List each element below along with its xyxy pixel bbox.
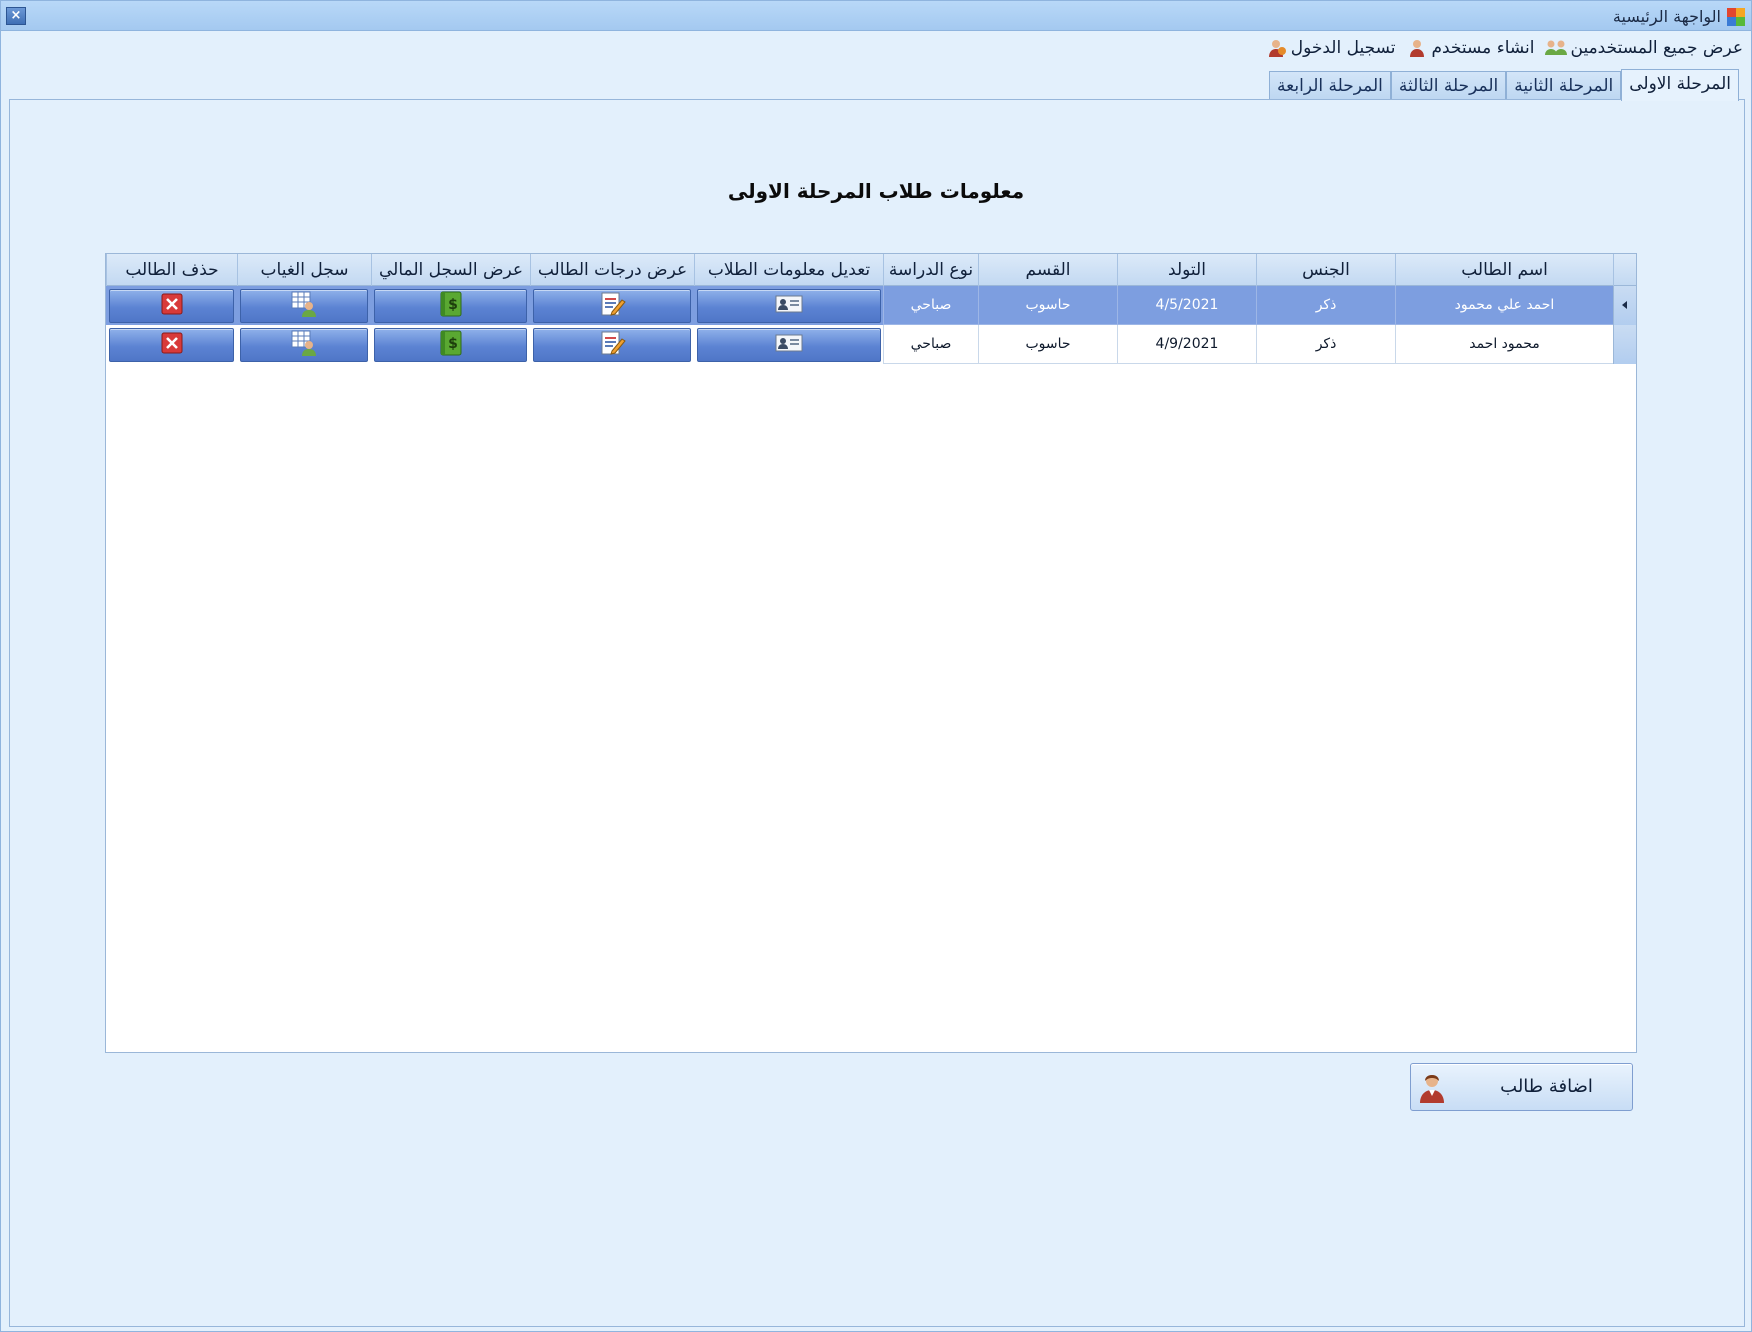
- main-window: × الواجهة الرئيسية تسجيل الدخول انشاء مس…: [0, 0, 1752, 1332]
- svg-text:$: $: [448, 336, 458, 352]
- attendance-button[interactable]: [240, 289, 368, 323]
- col-study-type[interactable]: نوع الدراسة: [883, 254, 978, 286]
- attendance-button[interactable]: [240, 328, 368, 362]
- grades-button[interactable]: [533, 289, 691, 323]
- tab-stage-1[interactable]: المرحلة الاولى: [1621, 69, 1739, 101]
- cell-study-type[interactable]: صباحي: [883, 325, 978, 364]
- menu-create-user[interactable]: انشاء مستخدم: [1407, 38, 1535, 58]
- money-book-icon: $: [438, 290, 464, 322]
- students-grid[interactable]: اسم الطالب الجنس التولد القسم نوع الدراس…: [105, 253, 1637, 1053]
- col-grades[interactable]: عرض درجات الطالب: [530, 254, 694, 286]
- money-book-icon: $: [438, 329, 464, 361]
- table-row[interactable]: احمد علي محمود ذكر 4/5/2021 حاسوب صباحي …: [106, 286, 1636, 325]
- menu-create-user-label: انشاء مستخدم: [1431, 38, 1535, 58]
- tab-stage-2[interactable]: المرحلة الثانية: [1506, 71, 1622, 101]
- col-finance[interactable]: عرض السجل المالي: [371, 254, 530, 286]
- current-row-arrow-icon: [1622, 301, 1627, 309]
- col-gender[interactable]: الجنس: [1256, 254, 1395, 286]
- svg-text:$: $: [448, 297, 458, 313]
- add-student-button[interactable]: اضافة طالب: [1410, 1063, 1633, 1111]
- col-student-name[interactable]: اسم الطالب: [1395, 254, 1613, 286]
- id-card-icon: [775, 294, 803, 318]
- delete-button[interactable]: [109, 289, 234, 323]
- grid-header: اسم الطالب الجنس التولد القسم نوع الدراس…: [106, 254, 1636, 286]
- cell-birth[interactable]: 4/5/2021: [1117, 286, 1256, 325]
- table-row[interactable]: محمود احمد ذكر 4/9/2021 حاسوب صباحي $: [106, 325, 1636, 364]
- cell-dept[interactable]: حاسوب: [978, 286, 1117, 325]
- cell-student-name[interactable]: احمد علي محمود: [1395, 286, 1613, 325]
- row-header-corner: [1613, 254, 1636, 286]
- user-add-icon: [1407, 38, 1427, 58]
- grades-button[interactable]: [533, 328, 691, 362]
- finance-button[interactable]: $: [374, 289, 527, 323]
- col-edit-info[interactable]: تعديل معلومات الطلاب: [694, 254, 883, 286]
- id-card-icon: [775, 333, 803, 357]
- cell-study-type[interactable]: صباحي: [883, 286, 978, 325]
- close-button[interactable]: ×: [6, 7, 26, 25]
- delete-button[interactable]: [109, 328, 234, 362]
- row-selector[interactable]: [1613, 286, 1636, 325]
- app-logo-icon: [1727, 8, 1745, 26]
- cell-dept[interactable]: حاسوب: [978, 325, 1117, 364]
- cell-student-name[interactable]: محمود احمد: [1395, 325, 1613, 364]
- menu-login-label: تسجيل الدخول: [1290, 38, 1396, 58]
- menu-login[interactable]: تسجيل الدخول: [1267, 38, 1396, 58]
- edit-document-icon: [598, 329, 626, 361]
- title-bar: × الواجهة الرئيسية: [1, 1, 1751, 31]
- window-title: الواجهة الرئيسية: [1612, 7, 1721, 26]
- menu-bar: تسجيل الدخول انشاء مستخدم عرض جميع المست…: [1267, 35, 1743, 61]
- edit-info-button[interactable]: [697, 328, 881, 362]
- attendance-grid-icon: [290, 290, 318, 322]
- cell-birth[interactable]: 4/9/2021: [1117, 325, 1256, 364]
- tab-stage-4[interactable]: المرحلة الرابعة: [1269, 71, 1391, 101]
- cell-gender[interactable]: ذكر: [1256, 286, 1395, 325]
- add-student-label: اضافة طالب: [1500, 1076, 1593, 1097]
- users-group-icon: [1544, 38, 1567, 58]
- col-attendance[interactable]: سجل الغياب: [237, 254, 371, 286]
- edit-info-button[interactable]: [697, 289, 881, 323]
- attendance-grid-icon: [290, 329, 318, 361]
- finance-button[interactable]: $: [374, 328, 527, 362]
- menu-all-users-label: عرض جميع المستخدمين: [1570, 38, 1744, 58]
- page-title: معلومات طلاب المرحلة الاولى: [727, 179, 1025, 203]
- row-selector[interactable]: [1613, 325, 1636, 364]
- user-add-icon: [1417, 1072, 1449, 1104]
- col-delete[interactable]: حذف الطالب: [106, 254, 237, 286]
- col-dept[interactable]: القسم: [978, 254, 1117, 286]
- user-login-icon: [1267, 38, 1287, 58]
- edit-document-icon: [598, 290, 626, 322]
- col-birth[interactable]: التولد: [1117, 254, 1256, 286]
- delete-icon: [160, 331, 184, 359]
- delete-icon: [160, 292, 184, 320]
- tab-stage-3[interactable]: المرحلة الثالثة: [1390, 71, 1507, 101]
- menu-all-users[interactable]: عرض جميع المستخدمين: [1544, 38, 1744, 58]
- cell-gender[interactable]: ذكر: [1256, 325, 1395, 364]
- stage-tabs: المرحلة الاولى المرحلة الثانية المرحلة ا…: [1269, 69, 1739, 101]
